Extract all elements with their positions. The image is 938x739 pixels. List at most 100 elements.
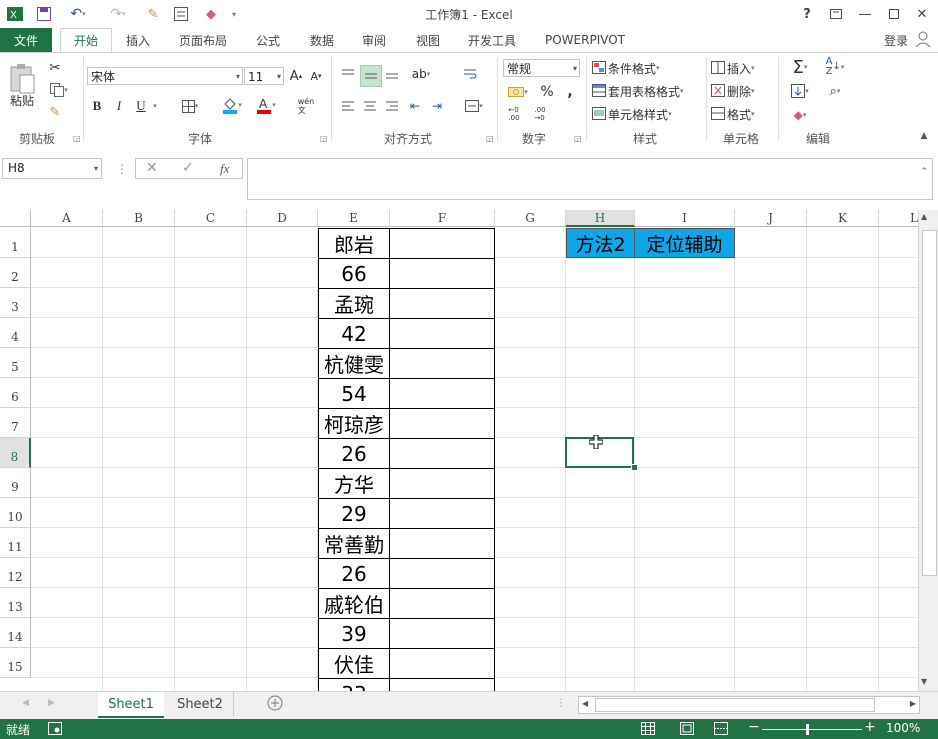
clear-icon[interactable]: ◆ ▾ [785,105,815,125]
cell-f15[interactable] [389,648,495,679]
close-icon[interactable]: ✕ [911,4,933,24]
copy-icon[interactable]: ▾ [46,81,72,99]
row-header-8[interactable]: 8 [0,438,31,468]
cell-e15[interactable]: 伏佳 [318,648,390,679]
cell-f12[interactable] [389,558,495,589]
tab-file[interactable]: 文件 [0,28,52,52]
page-break-view-icon[interactable] [714,722,728,738]
scroll-down-icon[interactable]: ▼ [921,677,927,686]
merge-center-icon[interactable]: ▾ [460,97,488,115]
cell-e12[interactable]: 26 [318,558,390,589]
shrink-font-icon[interactable]: A ▾ [308,67,324,85]
underline-button[interactable]: U [133,97,149,115]
number-format-select[interactable]: 常规 ▾ [503,59,580,77]
page-layout-view-icon[interactable] [680,722,694,738]
zoom-in-icon[interactable]: + [864,719,876,735]
sheet-tab-sheet1[interactable]: Sheet1 [98,692,164,718]
cell-f14[interactable] [389,618,495,649]
tab-page-layout[interactable]: 页面布局 [172,28,234,52]
italic-button[interactable]: I [111,97,127,115]
worksheet-grid[interactable]: A B C D E F G H I J K L 1 2 3 4 5 6 7 8 9 10 11 12 13 14 15 郎岩 66 孟琬 4… [0,210,918,691]
cell-e1[interactable]: 郎岩 [318,228,390,259]
format-as-table-button[interactable]: 套用表格格式 ▾ [592,82,702,100]
format-cells-button[interactable]: 格式 ▾ [711,105,775,123]
help-button[interactable]: ? [796,4,818,24]
bold-button[interactable]: B [89,97,105,115]
alignment-launcher-icon[interactable]: ◲ [486,134,494,143]
tab-home[interactable]: 开始 [60,28,112,53]
minimize-icon[interactable]: — [854,4,876,24]
next-sheet-icon[interactable]: ▶ [48,698,55,708]
scroll-right-icon[interactable]: ▶ [910,699,916,708]
row-header-15[interactable]: 15 [0,648,31,678]
font-color-icon[interactable]: A ▾ [252,95,280,115]
fill-handle[interactable] [631,464,638,471]
wrap-text-icon[interactable] [460,65,480,83]
cell-f5[interactable] [389,348,495,379]
column-header-f[interactable]: F [390,210,495,227]
conditional-format-button[interactable]: 条件格式 ▾ [592,59,692,77]
normal-view-icon[interactable] [641,722,655,738]
cell-i1[interactable]: 定位辅助 [634,228,735,258]
cut-icon[interactable]: ✂ [46,59,64,77]
tab-formulas[interactable]: 公式 [248,28,288,52]
align-left-icon[interactable] [339,97,357,115]
row-header-13[interactable]: 13 [0,588,31,618]
row-header-11[interactable]: 11 [0,528,31,558]
column-header-d[interactable]: D [247,210,318,227]
tab-data[interactable]: 数据 [302,28,342,52]
row-header-14[interactable]: 14 [0,618,31,648]
fill-color-icon[interactable]: ▾ [218,95,246,115]
expand-formula-icon[interactable]: ⌃ [920,167,928,177]
cell-e10[interactable]: 29 [318,498,390,529]
align-right-icon[interactable] [383,97,401,115]
cell-styles-button[interactable]: 单元格样式 ▾ [592,105,692,123]
user-avatar-icon[interactable] [914,30,934,50]
column-header-l[interactable]: L [879,210,918,227]
cell-f3[interactable] [389,288,495,319]
find-select-icon[interactable]: ⌕ ▾ [820,81,850,101]
font-name-select[interactable]: 宋体 ▾ [87,67,243,85]
underline-dropdown-icon[interactable]: ▾ [150,97,160,115]
vertical-scrollbar[interactable]: ▲ ▼ [918,210,938,691]
sort-filter-icon[interactable]: A Z ↓ ▾ [820,57,850,77]
cell-f10[interactable] [389,498,495,529]
align-middle-icon[interactable] [360,65,382,87]
sheet-tab-sheet2[interactable]: Sheet2 [167,692,234,716]
prev-sheet-icon[interactable]: ◀ [22,698,29,708]
column-header-j[interactable]: J [735,210,807,227]
cell-f4[interactable] [389,318,495,349]
enter-formula-icon[interactable]: ✓ [182,160,194,176]
row-header-10[interactable]: 10 [0,498,31,528]
zoom-level[interactable]: 100% [886,721,920,735]
row-header-4[interactable]: 4 [0,318,31,348]
cell-e3[interactable]: 孟琬 [318,288,390,319]
tab-developer[interactable]: 开发工具 [462,28,522,52]
row-header-12[interactable]: 12 [0,558,31,588]
tab-insert[interactable]: 插入 [116,28,160,52]
cell-e13[interactable]: 戚轮伯 [318,588,390,619]
cell-e2[interactable]: 66 [318,258,390,289]
cancel-formula-icon[interactable]: ✕ [146,160,158,176]
cell-f2[interactable] [389,258,495,289]
tab-powerpivot[interactable]: POWERPIVOT [538,28,632,52]
insert-function-button[interactable]: fx [220,161,229,177]
grow-font-icon[interactable]: A ▴ [288,67,304,85]
cell-f16[interactable] [389,678,495,691]
phonetic-icon[interactable]: wén 文 [292,95,320,117]
column-header-k[interactable]: K [807,210,879,227]
formula-input[interactable]: ⌃ [247,158,933,200]
cell-f11[interactable] [389,528,495,559]
align-top-icon[interactable] [339,65,357,83]
zoom-out-icon[interactable]: − [748,719,760,735]
login-link[interactable]: 登录 [884,32,908,49]
currency-icon[interactable]: ▾ [504,83,532,101]
column-header-c[interactable]: C [175,210,247,227]
cell-e8[interactable]: 26 [318,438,390,469]
tab-view[interactable]: 视图 [408,28,448,52]
font-launcher-icon[interactable]: ◲ [320,134,328,143]
percent-button[interactable]: % [538,83,556,101]
comma-style-icon[interactable]: , [562,83,578,101]
cell-e14[interactable]: 39 [318,618,390,649]
ribbon-display-icon[interactable] [825,4,847,24]
